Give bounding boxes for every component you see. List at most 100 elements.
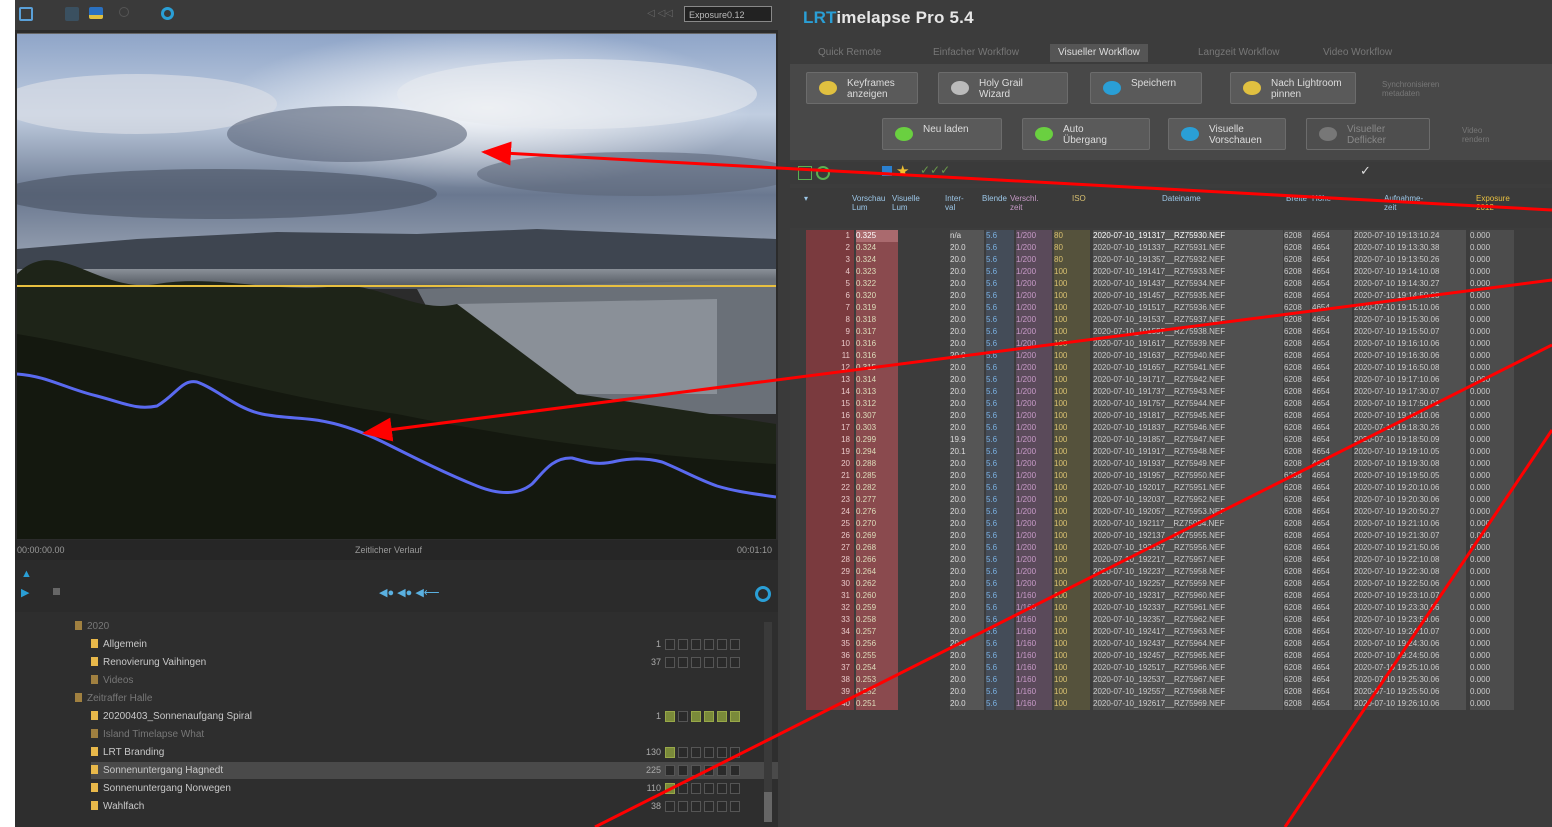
folder-item[interactable]: Videos bbox=[91, 672, 133, 689]
table-row[interactable]: 30 0.262 20.0 5.6 1/200 100 2020-07-10_192257_… bbox=[806, 578, 1530, 590]
column-header[interactable]: Verschl. zeit bbox=[1010, 194, 1038, 212]
column-header[interactable]: Dateiname bbox=[1162, 194, 1201, 203]
folder-item[interactable]: LRT Branding bbox=[91, 744, 164, 761]
visual-preview-button[interactable]: Visuelle Vorschauen bbox=[1168, 118, 1286, 150]
table-row[interactable]: 22 0.282 20.0 5.6 1/200 100 2020-07-10_192017_… bbox=[806, 482, 1530, 494]
table-row[interactable]: 21 0.285 20.0 5.6 1/200 100 2020-07-10_191957_… bbox=[806, 470, 1530, 482]
check-icons[interactable]: ✓✓✓ bbox=[920, 163, 950, 177]
scissors-button[interactable]: Holy Grail Wizard bbox=[938, 72, 1068, 104]
timeline-bar[interactable]: 00:00:00.00 Zeitlicher Verlauf 00:01:10 bbox=[15, 540, 778, 560]
sync-icon[interactable] bbox=[755, 586, 771, 602]
table-row[interactable]: 28 0.266 20.0 5.6 1/200 100 2020-07-10_192217_… bbox=[806, 554, 1530, 566]
tab-visueller-workflow[interactable]: Visueller Workflow bbox=[1050, 44, 1148, 62]
deflicker-button[interactable]: Visueller Deflicker bbox=[1306, 118, 1430, 150]
confirm-icon[interactable]: ✓ bbox=[1360, 163, 1371, 179]
table-row[interactable]: 27 0.268 20.0 5.6 1/200 100 2020-07-10_192157_… bbox=[806, 542, 1530, 554]
column-header[interactable]: Visuelle Lum bbox=[892, 194, 920, 212]
table-row[interactable]: 11 0.316 20.0 5.6 1/200 100 2020-07-10_191637_… bbox=[806, 350, 1530, 362]
table-cell: 2020-07-10_191817__RZ75945.NEF bbox=[1093, 410, 1283, 422]
folder-item[interactable]: Sonnenuntergang Norwegen bbox=[91, 780, 231, 797]
table-row[interactable]: 8 0.318 20.0 5.6 1/200 100 2020-07-10_191537__… bbox=[806, 314, 1530, 326]
table-row[interactable]: 35 0.256 20.0 5.6 1/160 100 2020-07-10_192437_… bbox=[806, 638, 1530, 650]
table-row[interactable]: 12 0.315 20.0 5.6 1/200 100 2020-07-10_191657_… bbox=[806, 362, 1530, 374]
column-header[interactable]: Blende bbox=[982, 194, 1007, 203]
table-row[interactable]: 16 0.307 20.0 5.6 1/200 100 2020-07-10_191817_… bbox=[806, 410, 1530, 422]
table-view-icon[interactable] bbox=[798, 166, 812, 180]
table-row[interactable]: 10 0.316 20.0 5.6 1/200 100 2020-07-10_191617_… bbox=[806, 338, 1530, 350]
table-cell: 27 bbox=[806, 542, 854, 554]
keyframe-nav-icons[interactable]: ◀● ◀● ◀⟵ bbox=[379, 586, 440, 599]
column-header[interactable]: ISO bbox=[1072, 194, 1086, 203]
table-cell: 6208 bbox=[1284, 506, 1310, 518]
table-row[interactable]: 34 0.257 20.0 5.6 1/160 100 2020-07-10_192417_… bbox=[806, 626, 1530, 638]
table-row[interactable]: 15 0.312 20.0 5.6 1/200 100 2020-07-10_191757_… bbox=[806, 398, 1530, 410]
table-row[interactable]: 18 0.299 19.9 5.6 1/200 100 2020-07-10_191857_… bbox=[806, 434, 1530, 446]
table-row[interactable]: 17 0.303 20.0 5.6 1/200 100 2020-07-10_191837_… bbox=[806, 422, 1530, 434]
table-row[interactable]: 40 0.251 20.0 5.6 1/160 100 2020-07-10_192617_… bbox=[806, 698, 1530, 710]
column-header[interactable]: Breite bbox=[1286, 194, 1307, 203]
save-cloud-button[interactable]: Speichern bbox=[1090, 72, 1202, 104]
folder-item[interactable]: Zeitraffer Halle bbox=[75, 690, 152, 707]
table-row[interactable]: 26 0.269 20.0 5.6 1/200 100 2020-07-10_192137_… bbox=[806, 530, 1530, 542]
column-header[interactable]: Höhe bbox=[1312, 194, 1331, 203]
sort-icon[interactable]: ▾ bbox=[804, 194, 808, 203]
column-header[interactable]: Vorschau Lum bbox=[852, 194, 885, 212]
table-row[interactable]: 13 0.314 20.0 5.6 1/200 100 2020-07-10_191717_… bbox=[806, 374, 1530, 386]
table-row[interactable]: 3 0.324 20.0 5.6 1/200 80 2020-07-10_191357__R… bbox=[806, 254, 1530, 266]
refresh-icon[interactable] bbox=[161, 7, 174, 20]
pane-divider[interactable] bbox=[778, 0, 790, 827]
table-row[interactable]: 19 0.294 20.1 5.6 1/200 100 2020-07-10_191917_… bbox=[806, 446, 1530, 458]
table-row[interactable]: 1 0.325 n/a 5.6 1/200 80 2020-07-10_191317__RZ… bbox=[806, 230, 1530, 242]
table-row[interactable]: 6 0.320 20.0 5.6 1/200 100 2020-07-10_191457__… bbox=[806, 290, 1530, 302]
tab-quick-remote[interactable]: Quick Remote bbox=[810, 44, 889, 62]
table-row[interactable]: 2 0.324 20.0 5.6 1/200 80 2020-07-10_191337__R… bbox=[806, 242, 1530, 254]
table-cell: 0.312 bbox=[856, 398, 898, 410]
play-icon[interactable]: ▶ bbox=[21, 586, 29, 599]
tab-einfacher-workflow[interactable]: Einfacher Workflow bbox=[925, 44, 1027, 62]
table-row[interactable]: 24 0.276 20.0 5.6 1/200 100 2020-07-10_192057_… bbox=[806, 506, 1530, 518]
folder-item[interactable]: Island Timelapse What bbox=[91, 726, 204, 743]
tree-scrollbar[interactable] bbox=[764, 622, 772, 822]
column-header[interactable]: Inter- val bbox=[945, 194, 964, 212]
table-row[interactable]: 23 0.277 20.0 5.6 1/200 100 2020-07-10_192037_… bbox=[806, 494, 1530, 506]
table-row[interactable]: 38 0.253 20.0 5.6 1/160 100 2020-07-10_192537_… bbox=[806, 674, 1530, 686]
table-row[interactable]: 31 0.260 20.0 5.6 1/160 100 2020-07-10_192317_… bbox=[806, 590, 1530, 602]
table-row[interactable]: 14 0.313 20.0 5.6 1/200 100 2020-07-10_191737_… bbox=[806, 386, 1530, 398]
reload-button[interactable]: Neu laden bbox=[882, 118, 1002, 150]
zoom-icon[interactable] bbox=[119, 7, 129, 17]
table-row[interactable]: 9 0.317 20.0 5.6 1/200 100 2020-07-10_191557__… bbox=[806, 326, 1530, 338]
table-row[interactable]: 32 0.259 20.0 5.6 1/160 100 2020-07-10_192337_… bbox=[806, 602, 1530, 614]
stop-icon[interactable] bbox=[53, 588, 60, 595]
tab-video-workflow[interactable]: Video Workflow bbox=[1315, 44, 1400, 62]
folder-item[interactable]: Renovierung Vaihingen bbox=[91, 654, 206, 671]
table-row[interactable]: 33 0.258 20.0 5.6 1/160 100 2020-07-10_192357_… bbox=[806, 614, 1530, 626]
table-row[interactable]: 39 0.252 20.0 5.6 1/160 100 2020-07-10_192557_… bbox=[806, 686, 1530, 698]
sync-list-icon[interactable] bbox=[816, 166, 830, 180]
table-row[interactable]: 20 0.288 20.0 5.6 1/200 100 2020-07-10_191937_… bbox=[806, 458, 1530, 470]
folder-item[interactable]: 20200403_Sonnenaufgang Spiral bbox=[91, 708, 252, 725]
table-row[interactable]: 25 0.270 20.0 5.6 1/200 100 2020-07-10_192117_… bbox=[806, 518, 1530, 530]
crop-icon[interactable] bbox=[19, 7, 33, 21]
folder-item[interactable]: Wahlfach bbox=[91, 798, 144, 815]
grid-icon[interactable] bbox=[65, 7, 79, 21]
table-row[interactable]: 29 0.264 20.0 5.6 1/200 100 2020-07-10_192237_… bbox=[806, 566, 1530, 578]
preview-value-field[interactable]: Exposure0.12 bbox=[684, 6, 772, 22]
column-header[interactable]: Aufnahme- zeit bbox=[1384, 194, 1423, 212]
star-icon[interactable]: ★ bbox=[896, 162, 909, 180]
playhead-marker-icon[interactable]: ▲ bbox=[21, 568, 32, 580]
table-row[interactable]: 7 0.319 20.0 5.6 1/200 100 2020-07-10_191517__… bbox=[806, 302, 1530, 314]
tab-langzeit-workflow[interactable]: Langzeit Workflow bbox=[1190, 44, 1288, 62]
image-icon[interactable] bbox=[89, 7, 103, 19]
table-row[interactable]: 4 0.323 20.0 5.6 1/200 100 2020-07-10_191417__… bbox=[806, 266, 1530, 278]
keyframe-wand-button[interactable]: Keyframes anzeigen bbox=[806, 72, 918, 104]
table-row[interactable]: 37 0.254 20.0 5.6 1/160 100 2020-07-10_192517_… bbox=[806, 662, 1530, 674]
column-header[interactable]: Exposure 2012 bbox=[1476, 194, 1510, 212]
folder-item[interactable]: 2020 bbox=[75, 618, 109, 635]
color-label-icon[interactable] bbox=[882, 166, 892, 176]
lightroom-pin-button[interactable]: Nach Lightroom pinnen bbox=[1230, 72, 1356, 104]
table-row[interactable]: 5 0.322 20.0 5.6 1/200 100 2020-07-10_191437__… bbox=[806, 278, 1530, 290]
view-mode-icons[interactable]: ◁ ◁◁ bbox=[647, 8, 673, 19]
transition-curve-button[interactable]: Auto Übergang bbox=[1022, 118, 1150, 150]
table-row[interactable]: 36 0.255 20.0 5.6 1/160 100 2020-07-10_192457_… bbox=[806, 650, 1530, 662]
folder-item[interactable]: Allgemein bbox=[91, 636, 147, 653]
